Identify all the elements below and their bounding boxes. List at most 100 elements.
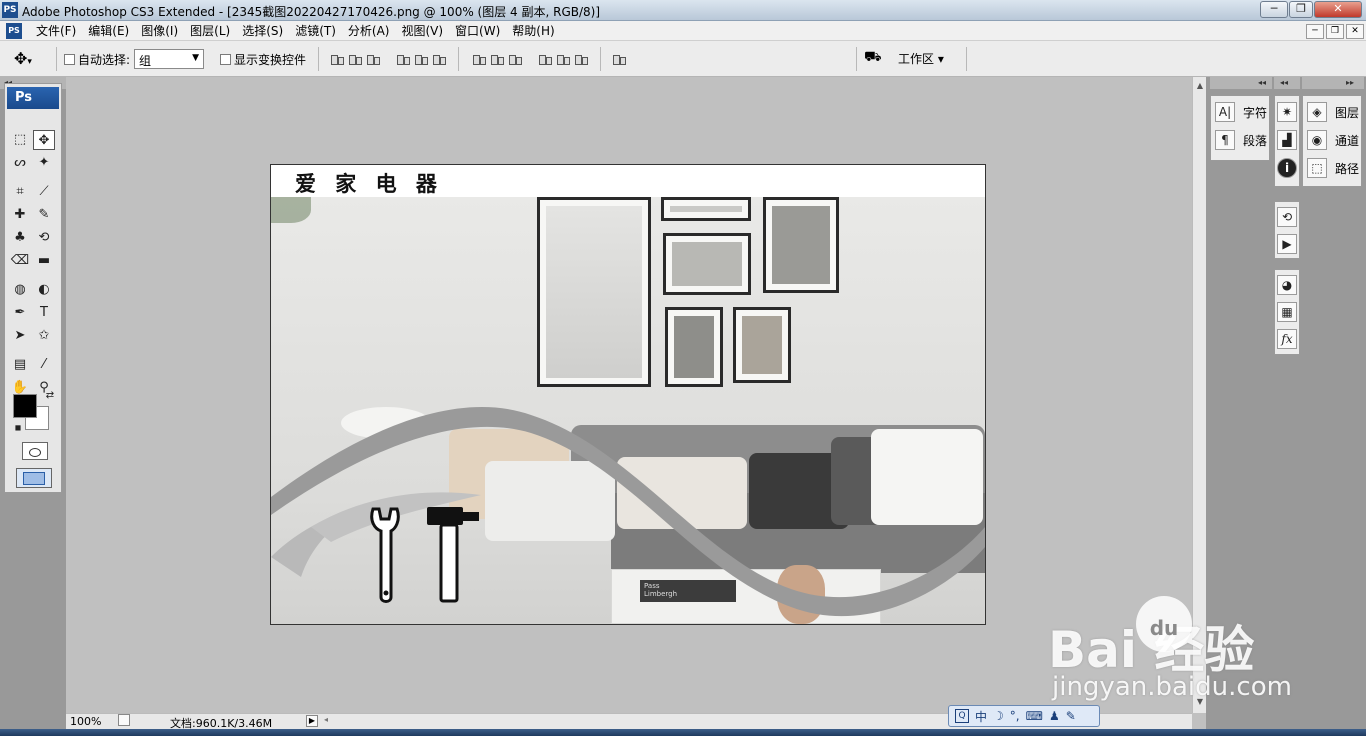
document-canvas[interactable]: 爱 家 电 器 Pass Limbergh [270, 164, 986, 625]
swatches-icon[interactable]: ▦ [1277, 302, 1297, 322]
layers-panel-tab[interactable]: ◈ 图层 [1307, 102, 1359, 122]
ime-punctuation-icon[interactable]: °, [1010, 709, 1020, 723]
align-bottom-icon[interactable] [366, 53, 380, 65]
color-icon[interactable]: ◕ [1277, 275, 1297, 295]
healing-brush-tool-button[interactable]: ✚ [9, 205, 31, 225]
histogram-icon[interactable]: ▟ [1277, 130, 1297, 150]
align-hcenter-icon[interactable] [414, 53, 428, 65]
swap-colors-icon[interactable]: ⇄ [39, 386, 61, 406]
history-brush-icon: ⟲ [38, 230, 50, 245]
doc-restore-button[interactable]: ❐ [1326, 24, 1344, 39]
stamp-tool-button[interactable]: ♣ [9, 228, 31, 248]
paragraph-panel-tab[interactable]: ¶ 段落 [1215, 130, 1267, 150]
brush-tool-button[interactable]: ✎ [33, 205, 55, 225]
dock-collapse-handle[interactable]: ◂◂ [1274, 77, 1300, 89]
scroll-left-icon[interactable]: ◂ [324, 715, 328, 724]
auto-align-icon[interactable] [612, 53, 626, 65]
blur-tool-button[interactable]: ◍ [9, 280, 31, 300]
distribute-bottom-icon[interactable] [508, 53, 522, 65]
distribute-top-icon[interactable] [472, 53, 486, 65]
auto-select-dropdown[interactable]: 组 ▼ [134, 49, 204, 69]
menu-layer[interactable]: 图层(L) [184, 24, 236, 38]
menu-file[interactable]: 文件(F) [30, 24, 82, 38]
shape-tool-button[interactable]: ✩ [33, 326, 55, 346]
marquee-tool-button[interactable]: ⬚ [9, 130, 31, 150]
history-icon[interactable]: ⟲ [1277, 207, 1297, 227]
distribute-vcenter-icon[interactable] [490, 53, 504, 65]
menu-filter[interactable]: 滤镜(T) [289, 24, 342, 38]
align-top-icon[interactable] [330, 53, 344, 65]
distribute-left-icon[interactable] [538, 53, 552, 65]
info-icon[interactable]: i [1277, 158, 1297, 178]
magic-wand-tool-button[interactable]: ✦ [33, 153, 55, 173]
show-transform-checkbox[interactable] [220, 54, 231, 65]
brush-icon: ✎ [38, 207, 50, 222]
bridge-icon[interactable]: ⛟ [864, 49, 882, 67]
menu-edit[interactable]: 编辑(E) [82, 24, 135, 38]
scroll-up-icon[interactable]: ▲ [1195, 81, 1205, 91]
ime-logo-icon[interactable]: Q [955, 709, 969, 723]
lasso-tool-button[interactable]: ᔕ [9, 153, 31, 173]
ime-keyboard-icon[interactable]: ⌨ [1026, 709, 1043, 723]
zoom-level[interactable]: 100% [70, 715, 101, 728]
ime-settings-icon[interactable]: ✎ [1066, 709, 1076, 723]
doc-close-button[interactable]: ✕ [1346, 24, 1364, 39]
windows-taskbar[interactable] [0, 729, 1366, 736]
align-right-icon[interactable] [432, 53, 446, 65]
distribute-right-icon[interactable] [574, 53, 588, 65]
distribute-hcenter-icon[interactable] [556, 53, 570, 65]
show-transform-option[interactable]: 显示变换控件 [220, 51, 306, 68]
eyedropper-tool-button[interactable]: ⁄ [33, 355, 55, 375]
maximize-button[interactable]: ❐ [1289, 1, 1313, 18]
screen-mode-button[interactable] [16, 468, 52, 488]
dock-collapse-handle[interactable]: ▸▸ [1302, 77, 1364, 89]
history-brush-tool-button[interactable]: ⟲ [33, 228, 55, 248]
type-icon: T [40, 305, 48, 320]
channels-icon: ◉ [1307, 130, 1327, 150]
styles-icon[interactable]: fx [1277, 329, 1297, 349]
quick-mask-button[interactable] [22, 442, 48, 460]
foreground-color-swatch[interactable] [13, 394, 37, 418]
ime-toolbar[interactable]: Q 中 ☽ °, ⌨ ♟ ✎ [948, 705, 1100, 727]
path-select-tool-button[interactable]: ➤ [9, 326, 31, 346]
window-titlebar[interactable]: PS Adobe Photoshop CS3 Extended - [2345截… [0, 0, 1366, 21]
actions-icon[interactable]: ▶ [1277, 234, 1297, 254]
minimize-button[interactable]: ─ [1260, 1, 1288, 18]
slice-tool-button[interactable]: ⟋ [33, 182, 55, 202]
auto-select-option[interactable]: 自动选择: [64, 51, 130, 68]
type-tool-button[interactable]: T [33, 303, 55, 323]
menu-view[interactable]: 视图(V) [395, 24, 449, 38]
ime-chinese-toggle[interactable]: 中 [975, 708, 987, 725]
close-button[interactable]: ✕ [1314, 1, 1362, 18]
menu-help[interactable]: 帮助(H) [506, 24, 560, 38]
menu-analysis[interactable]: 分析(A) [342, 24, 396, 38]
gradient-tool-button[interactable]: ▬ [33, 251, 55, 271]
crop-tool-button[interactable]: ⌗ [9, 182, 31, 202]
dodge-tool-button[interactable]: ◐ [33, 280, 55, 300]
workspace-button[interactable]: 工作区 ▾ [898, 50, 944, 67]
status-menu-arrow-icon[interactable]: ▶ [306, 715, 318, 727]
doc-minimize-button[interactable]: ─ [1306, 24, 1324, 39]
align-vcenter-icon[interactable] [348, 53, 362, 65]
paths-panel-tab[interactable]: ⬚ 路径 [1307, 158, 1359, 178]
navigator-icon[interactable]: ✷ [1277, 102, 1297, 122]
menu-select[interactable]: 选择(S) [236, 24, 289, 38]
dock-collapse-handle[interactable]: ◂◂ [1210, 77, 1272, 89]
blur-icon: ◍ [14, 282, 26, 297]
auto-select-checkbox[interactable] [64, 54, 75, 65]
move-tool-preset-icon[interactable]: ✥▾ [14, 49, 32, 68]
align-left-icon[interactable] [396, 53, 410, 65]
channels-panel-tab[interactable]: ◉ 通道 [1307, 130, 1359, 150]
ime-user-icon[interactable]: ♟ [1049, 709, 1060, 723]
pen-tool-button[interactable]: ✒ [9, 303, 31, 323]
default-colors-icon[interactable]: ◼ [7, 418, 29, 438]
notes-tool-button[interactable]: ▤ [9, 355, 31, 375]
menu-window[interactable]: 窗口(W) [449, 24, 506, 38]
zoom-preview-icon[interactable] [118, 714, 130, 726]
document-icon[interactable]: PS [6, 23, 22, 39]
move-tool-button[interactable]: ✥ [33, 130, 55, 150]
eraser-tool-button[interactable]: ⌫ [9, 251, 31, 271]
menu-image[interactable]: 图像(I) [135, 24, 184, 38]
character-panel-tab[interactable]: A| 字符 [1215, 102, 1267, 122]
ime-halfwidth-icon[interactable]: ☽ [993, 709, 1004, 723]
